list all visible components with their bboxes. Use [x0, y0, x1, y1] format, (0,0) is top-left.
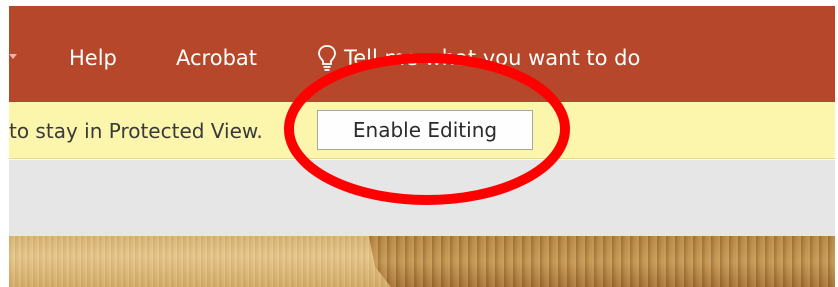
red-annotation-ellipse: [284, 53, 570, 205]
app-window: Help Acrobat Tell me what you want to do…: [0, 0, 838, 287]
tab-acrobat[interactable]: Acrobat: [176, 44, 257, 72]
document-preview: [9, 236, 835, 287]
parchment-image-right: [369, 236, 835, 287]
protected-view-message: to stay in Protected View.: [9, 119, 263, 143]
tab-help[interactable]: Help: [69, 44, 117, 72]
chevron-down-icon: [9, 54, 17, 59]
